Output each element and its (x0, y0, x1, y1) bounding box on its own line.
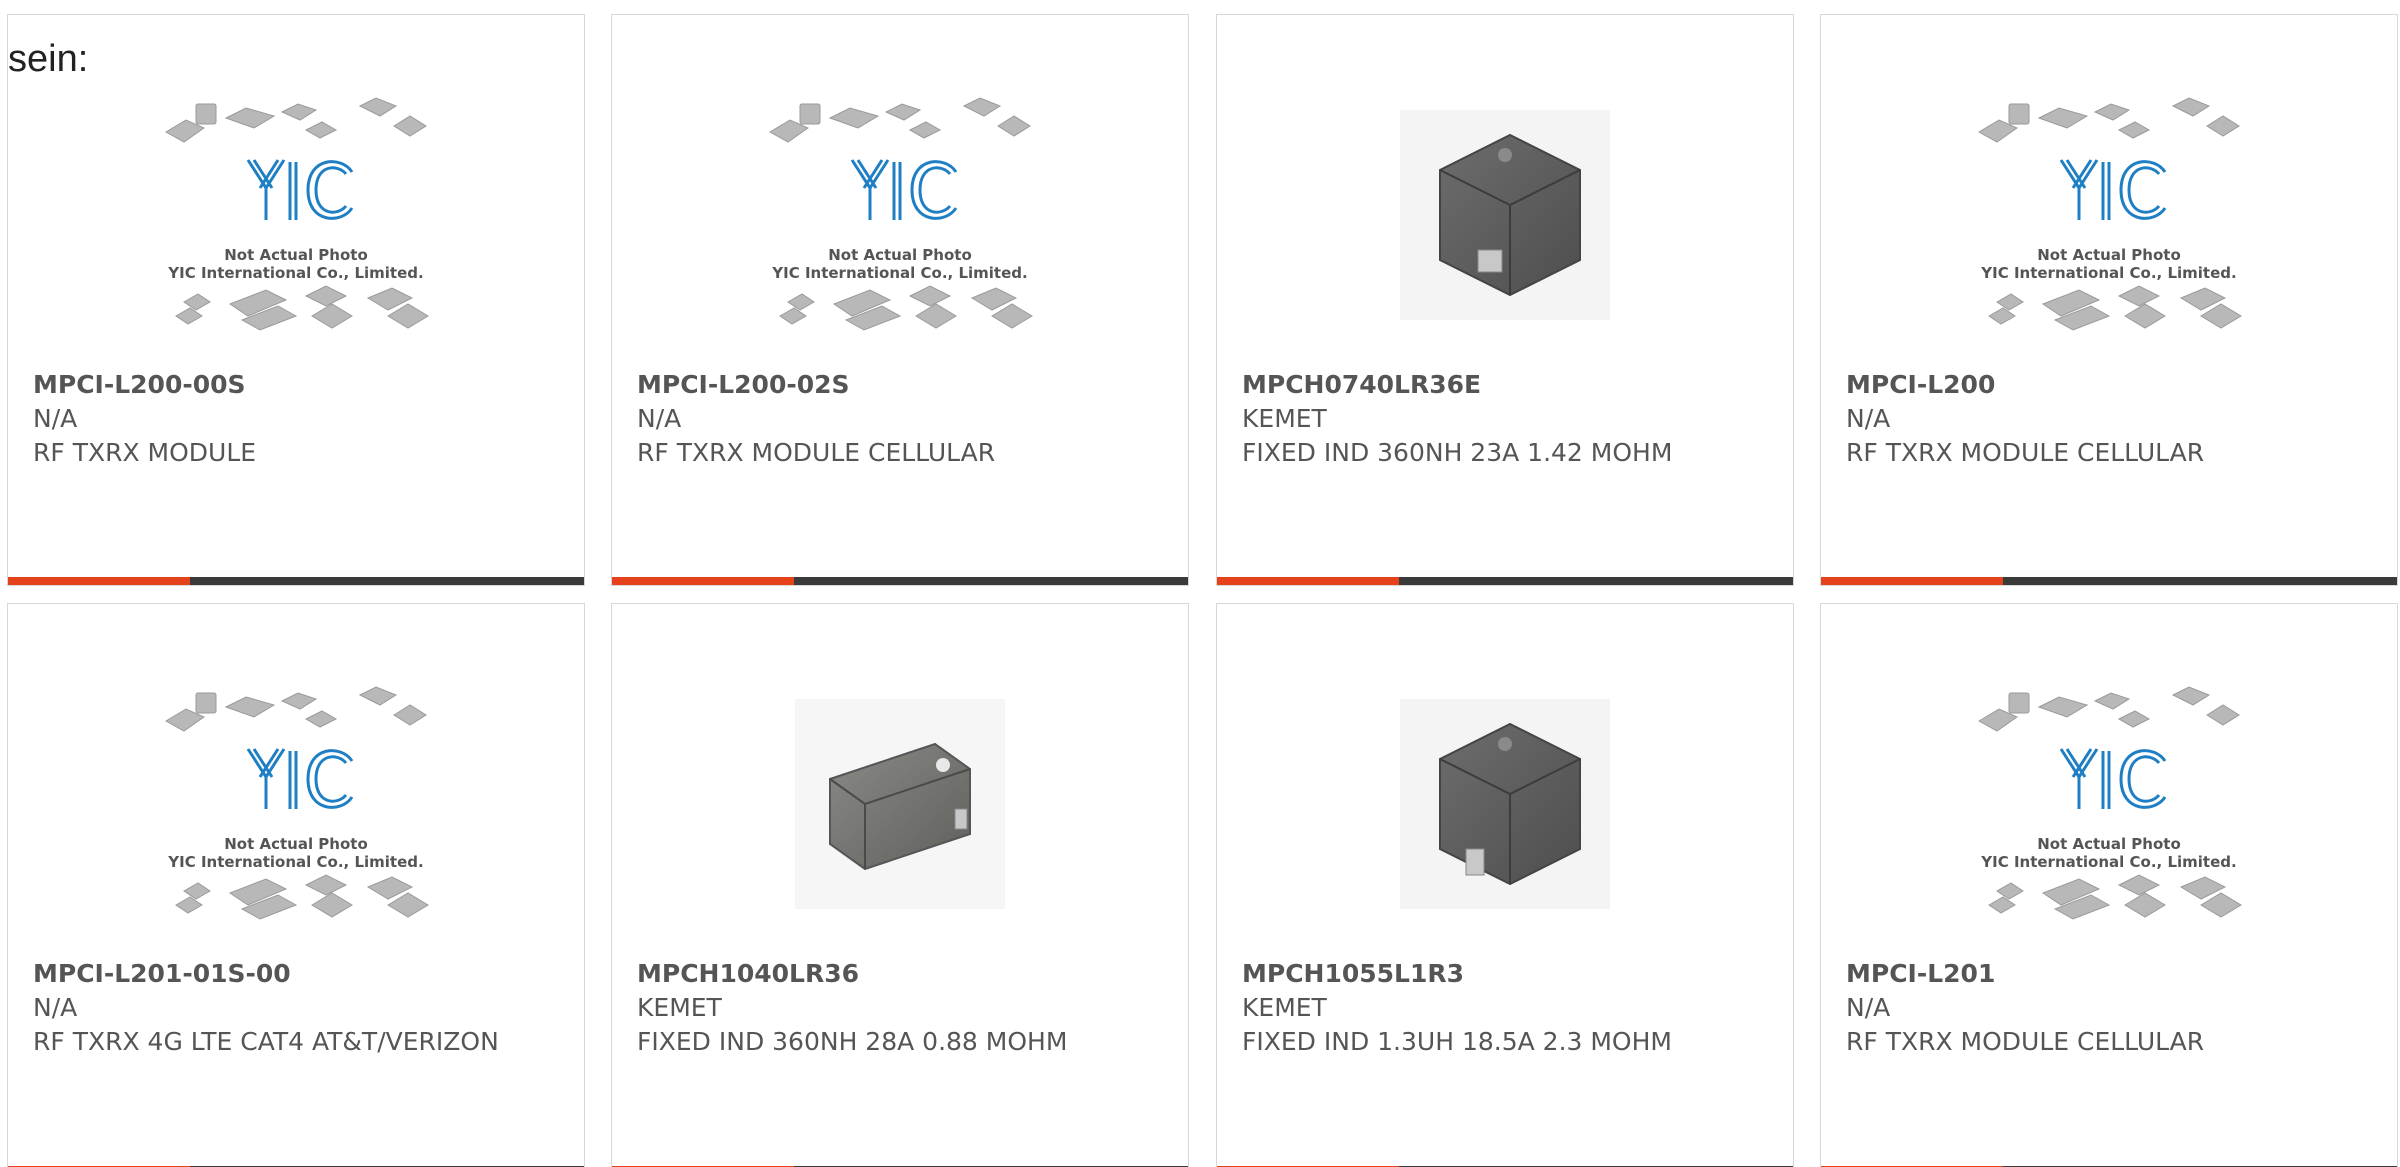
description: FIXED IND 1.3UH 18.5A 2.3 MOHM (1242, 1027, 1672, 1056)
yic-placeholder-icon: Not Actual Photo YIC International Co., … (1978, 97, 2242, 331)
product-card[interactable]: Not Actual Photo YIC International Co., … (7, 603, 585, 1167)
description: RF TXRX MODULE CELLULAR (1846, 1027, 2205, 1056)
product-card[interactable]: MPCH1040LR36 KEMET FIXED IND 360NH 28A 0… (611, 603, 1189, 1167)
product-image-placeholder[interactable]: Not Actual Photo YIC International Co., … (612, 65, 1188, 365)
part-number[interactable]: MPCH1040LR36 (637, 957, 1163, 991)
product-card[interactable]: MPCH1055L1R3 KEMET FIXED IND 1.3UH 18.5A… (1216, 603, 1794, 1167)
part-number[interactable]: MPCI-L200 (1846, 368, 2372, 402)
description: RF TXRX MODULE CELLULAR (637, 438, 996, 467)
manufacturer: KEMET (637, 993, 722, 1022)
inductor-icon (795, 699, 1005, 909)
manufacturer: KEMET (1242, 993, 1327, 1022)
description: RF TXRX MODULE (33, 438, 257, 467)
product-image[interactable] (1217, 654, 1793, 954)
description: RF TXRX 4G LTE CAT4 AT&T/VERIZON (33, 1027, 499, 1056)
yic-placeholder-icon: Not Actual Photo YIC International Co., … (1978, 686, 2242, 920)
product-card[interactable]: Not Actual Photo YIC International Co., … (1820, 603, 2398, 1167)
manufacturer: N/A (1846, 993, 1891, 1022)
card-bar (612, 577, 1188, 585)
svg-text:Not Actual Photo: Not Actual Photo (224, 246, 368, 264)
svg-text:Not Actual Photo: Not Actual Photo (828, 246, 972, 264)
product-card[interactable]: MPCH0740LR36E KEMET FIXED IND 360NH 23A … (1216, 14, 1794, 586)
product-image[interactable] (612, 654, 1188, 954)
svg-text:YIC International Co., Limited: YIC International Co., Limited. (1980, 853, 2236, 871)
svg-text:Not Actual Photo: Not Actual Photo (224, 835, 368, 853)
card-bar (1821, 577, 2397, 585)
part-number[interactable]: MPCI-L200-02S (637, 368, 1163, 402)
inductor-icon (1400, 699, 1610, 909)
manufacturer: N/A (1846, 404, 1891, 433)
manufacturer: N/A (33, 404, 78, 433)
product-grid-page: sein: Not Actual Photo YIC International… (0, 0, 2400, 1167)
description: FIXED IND 360NH 28A 0.88 MOHM (637, 1027, 1068, 1056)
yic-placeholder-icon: Not Actual Photo YIC International Co., … (165, 686, 429, 920)
lead-text: sein: (8, 38, 89, 80)
svg-text:Not Actual Photo: Not Actual Photo (2037, 835, 2181, 853)
product-card[interactable]: Not Actual Photo YIC International Co., … (611, 14, 1189, 586)
manufacturer: N/A (33, 993, 78, 1022)
description: FIXED IND 360NH 23A 1.42 MOHM (1242, 438, 1673, 467)
card-bar-accent (1217, 577, 1399, 585)
manufacturer: N/A (637, 404, 682, 433)
product-image-placeholder[interactable]: Not Actual Photo YIC International Co., … (8, 65, 584, 365)
svg-text:YIC International Co., Limited: YIC International Co., Limited. (167, 264, 423, 282)
card-bar-accent (1821, 577, 2003, 585)
product-image-placeholder[interactable]: Not Actual Photo YIC International Co., … (1821, 654, 2397, 954)
svg-text:YIC International Co., Limited: YIC International Co., Limited. (771, 264, 1027, 282)
product-card[interactable]: Not Actual Photo YIC International Co., … (7, 14, 585, 586)
part-number[interactable]: MPCH1055L1R3 (1242, 957, 1768, 991)
svg-text:Not Actual Photo: Not Actual Photo (2037, 246, 2181, 264)
card-bar (1217, 577, 1793, 585)
product-image-placeholder[interactable]: Not Actual Photo YIC International Co., … (1821, 65, 2397, 365)
yic-placeholder-icon: Not Actual Photo YIC International Co., … (165, 97, 429, 331)
description: RF TXRX MODULE CELLULAR (1846, 438, 2205, 467)
card-bar-accent (8, 577, 190, 585)
part-number[interactable]: MPCI-L200-00S (33, 368, 559, 402)
svg-text:YIC International Co., Limited: YIC International Co., Limited. (167, 853, 423, 871)
yic-placeholder-icon: Not Actual Photo YIC International Co., … (769, 97, 1033, 331)
part-number[interactable]: MPCH0740LR36E (1242, 368, 1768, 402)
part-number[interactable]: MPCI-L201-01S-00 (33, 957, 559, 991)
inductor-icon (1400, 110, 1610, 320)
card-bar-accent (612, 577, 794, 585)
product-image[interactable] (1217, 65, 1793, 365)
product-image-placeholder[interactable]: Not Actual Photo YIC International Co., … (8, 654, 584, 954)
manufacturer: KEMET (1242, 404, 1327, 433)
card-bar (8, 577, 584, 585)
product-card[interactable]: Not Actual Photo YIC International Co., … (1820, 14, 2398, 586)
part-number[interactable]: MPCI-L201 (1846, 957, 2372, 991)
svg-text:YIC International Co., Limited: YIC International Co., Limited. (1980, 264, 2236, 282)
